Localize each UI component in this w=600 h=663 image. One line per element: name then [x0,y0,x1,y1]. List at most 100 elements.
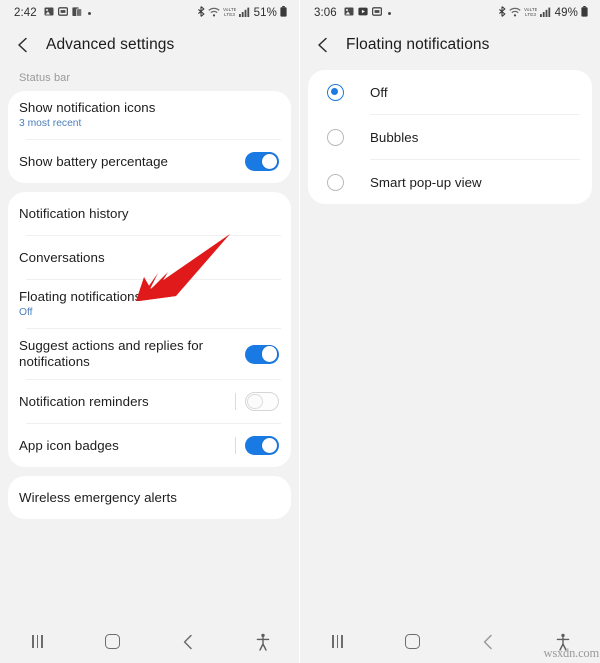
settings-card-status-bar: Show notification icons 3 most recent Sh… [8,91,291,183]
row-texts: Show notification icons 3 most recent [19,100,279,130]
toggle-wrap [245,152,279,171]
row-texts: Show battery percentage [19,154,245,170]
left-phone-screen: 2:42 VoLTE LTE3 51% Advanced settings St… [0,0,300,663]
page-header: Advanced settings [0,26,299,64]
nav-slot [375,634,450,649]
back-icon[interactable] [181,634,195,650]
video-player-icon [358,7,368,19]
wifi-icon [208,7,220,20]
status-bar-right: VoLTE LTE3 49% [498,6,588,20]
accessibility-icon[interactable] [255,633,271,651]
row-texts: App icon badges [19,438,235,454]
back-chevron-icon[interactable] [14,36,32,54]
row-suggest-actions-and-replies[interactable]: Suggest actions and replies for notifica… [8,329,291,379]
screen-recorder-icon [57,7,68,19]
row-notification-history[interactable]: Notification history [8,192,291,235]
bluetooth-icon [197,6,205,20]
battery-percentage: 51% [253,7,277,19]
control-divider [235,437,236,454]
site-watermark: wsxdn.com [543,646,600,660]
status-bar-left: 2:42 [14,6,91,20]
option-label: Bubbles [370,129,419,145]
volte-icon: VoLTE LTE3 [524,6,538,20]
status-bar-left: 3:06 [314,7,391,19]
toggle-wrap [245,344,279,364]
settings-card-notifications: Notification history Conversations Float… [8,192,291,467]
battery-icon [581,6,588,20]
row-title: Show notification icons [19,100,156,115]
status-bar: 2:42 VoLTE LTE3 51% [0,0,299,26]
row-wireless-emergency-alerts[interactable]: Wireless emergency alerts [8,476,291,519]
svg-text:LTE3: LTE3 [525,12,536,17]
toggle-wrap [235,392,279,411]
battery-percentage: 49% [554,7,578,19]
screen-recorder-icon [371,7,382,19]
bluetooth-icon [498,6,506,20]
row-texts: Conversations [19,250,279,266]
signal-bars-icon [539,7,551,20]
status-bar-clock: 2:42 [14,7,37,19]
row-title: Floating notifications [19,289,142,304]
option-bubbles[interactable]: Bubbles [308,115,592,159]
radio-button-icon[interactable] [327,128,344,146]
option-label: Off [370,84,388,100]
row-title: Wireless emergency alerts [19,489,177,505]
system-navigation-bar: wsxdn.com [300,620,600,663]
nav-slot [225,633,299,651]
row-notification-reminders[interactable]: Notification reminders [8,380,291,423]
back-chevron-icon[interactable] [314,36,332,54]
notification-dot-icon [87,11,91,15]
option-off[interactable]: Off [308,70,592,114]
home-icon[interactable] [105,634,120,649]
options-scroll-area[interactable]: Off Bubbles Smart pop-up view [300,64,600,204]
option-smart-popup-view[interactable]: Smart pop-up view [308,160,592,204]
toggle-notification-reminders[interactable] [245,392,279,411]
nav-slot [0,635,75,648]
nav-slot [75,634,150,649]
nav-slot [150,634,225,650]
notification-dot-icon [387,11,391,15]
row-title: Suggest actions and replies for notifica… [19,338,204,369]
radio-button-icon[interactable] [327,173,344,191]
toggle-app-icon-badges[interactable] [245,436,279,455]
nav-slot [450,634,525,650]
recents-icon[interactable] [32,635,43,648]
settings-card-emergency: Wireless emergency alerts [8,476,291,519]
svg-text:LTE3: LTE3 [224,12,235,17]
row-title: Notification reminders [19,393,149,409]
row-title: App icon badges [19,437,119,453]
toggle-suggest-actions-and-replies[interactable] [245,344,279,364]
row-show-notification-icons[interactable]: Show notification icons 3 most recent [8,91,291,139]
row-title: Show battery percentage [19,153,168,169]
row-show-battery-percentage[interactable]: Show battery percentage [8,140,291,183]
multi-window-icon [72,6,82,20]
radio-button-selected-icon[interactable] [327,83,344,101]
row-floating-notifications[interactable]: Floating notifications Off [8,280,291,328]
row-texts: Suggest actions and replies for notifica… [19,338,245,370]
page-title: Floating notifications [346,36,490,53]
page-header: Floating notifications [300,26,600,64]
row-texts: Notification history [19,206,279,222]
toggle-show-battery-percentage[interactable] [245,152,279,171]
row-title: Conversations [19,249,105,265]
toggle-knob [261,437,278,454]
toggle-knob [261,153,278,170]
section-label-status-bar: Status bar [19,72,71,84]
wifi-icon [509,7,521,20]
option-label: Smart pop-up view [370,174,482,190]
battery-icon [280,6,287,20]
status-bar: 3:06 VoLTE LTE3 49% [300,0,600,26]
radio-options-card: Off Bubbles Smart pop-up view [308,70,592,204]
back-icon[interactable] [481,634,495,650]
row-app-icon-badges[interactable]: App icon badges [8,424,291,467]
recents-icon[interactable] [332,635,343,648]
home-icon[interactable] [405,634,420,649]
settings-scroll-area[interactable]: Status bar Show notification icons 3 mos… [0,64,299,519]
control-divider [235,393,236,410]
nav-slot [300,635,375,648]
row-conversations[interactable]: Conversations [8,236,291,279]
toggle-wrap [235,436,279,455]
gallery-icon [344,7,354,19]
system-navigation-bar [0,620,299,663]
gallery-icon [44,7,54,19]
